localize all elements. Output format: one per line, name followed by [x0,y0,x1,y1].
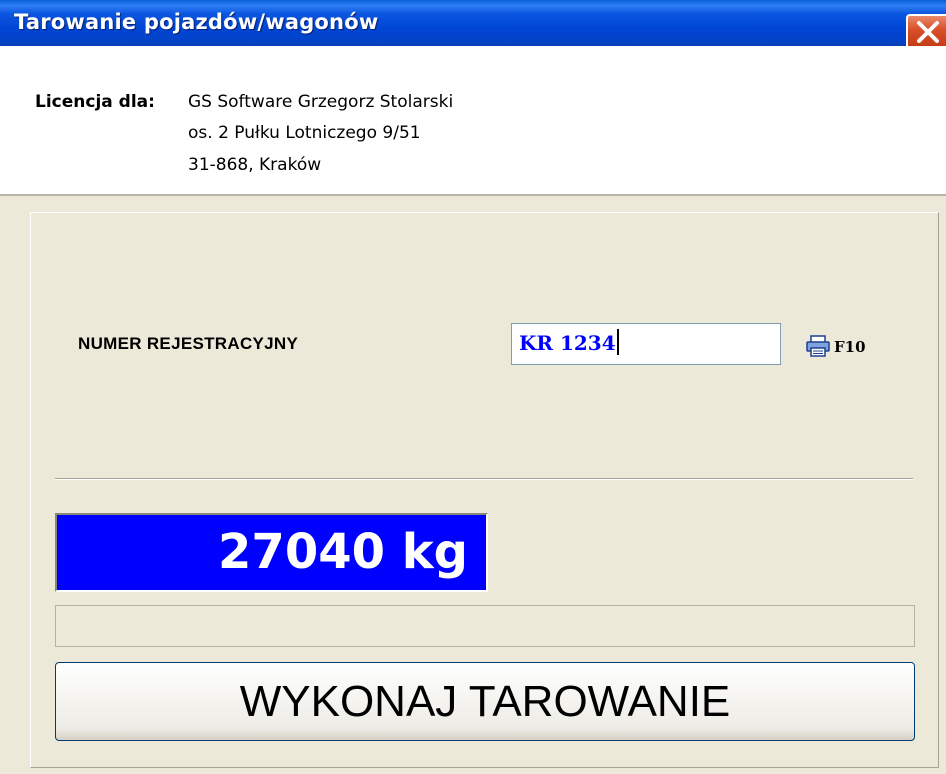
license-info: Licencja dla: GS Software Grzegorz Stola… [0,46,946,196]
license-address: os. 2 Pułku Lotniczego 9/51 [188,123,421,143]
print-button[interactable]: F10 [806,334,890,360]
tare-window: Tarowanie pojazdów/wagonów Licencja dla:… [0,0,946,774]
plate-number-value: KR 1234 [519,331,616,355]
perform-tare-button[interactable]: WYKONAJ TAROWANIE [55,662,915,741]
print-shortcut-label: F10 [834,338,866,356]
window-title: Tarowanie pojazdów/wagonów [14,10,379,34]
close-icon [917,21,939,43]
printer-icon [806,335,830,357]
license-city: 31-868, Kraków [188,155,322,175]
divider [55,478,913,480]
close-button[interactable] [906,14,946,46]
weight-display: 27040 kg [55,513,488,592]
text-caret [616,328,619,355]
plate-number-input[interactable]: KR 1234 [511,323,781,365]
title-bar[interactable]: Tarowanie pojazdów/wagonów [0,0,946,46]
license-name: GS Software Grzegorz Stolarski [188,92,454,112]
progress-bar [55,605,915,647]
plate-number-label: NUMER REJESTRACYJNY [78,334,299,353]
license-label: Licencja dla: [35,92,155,112]
